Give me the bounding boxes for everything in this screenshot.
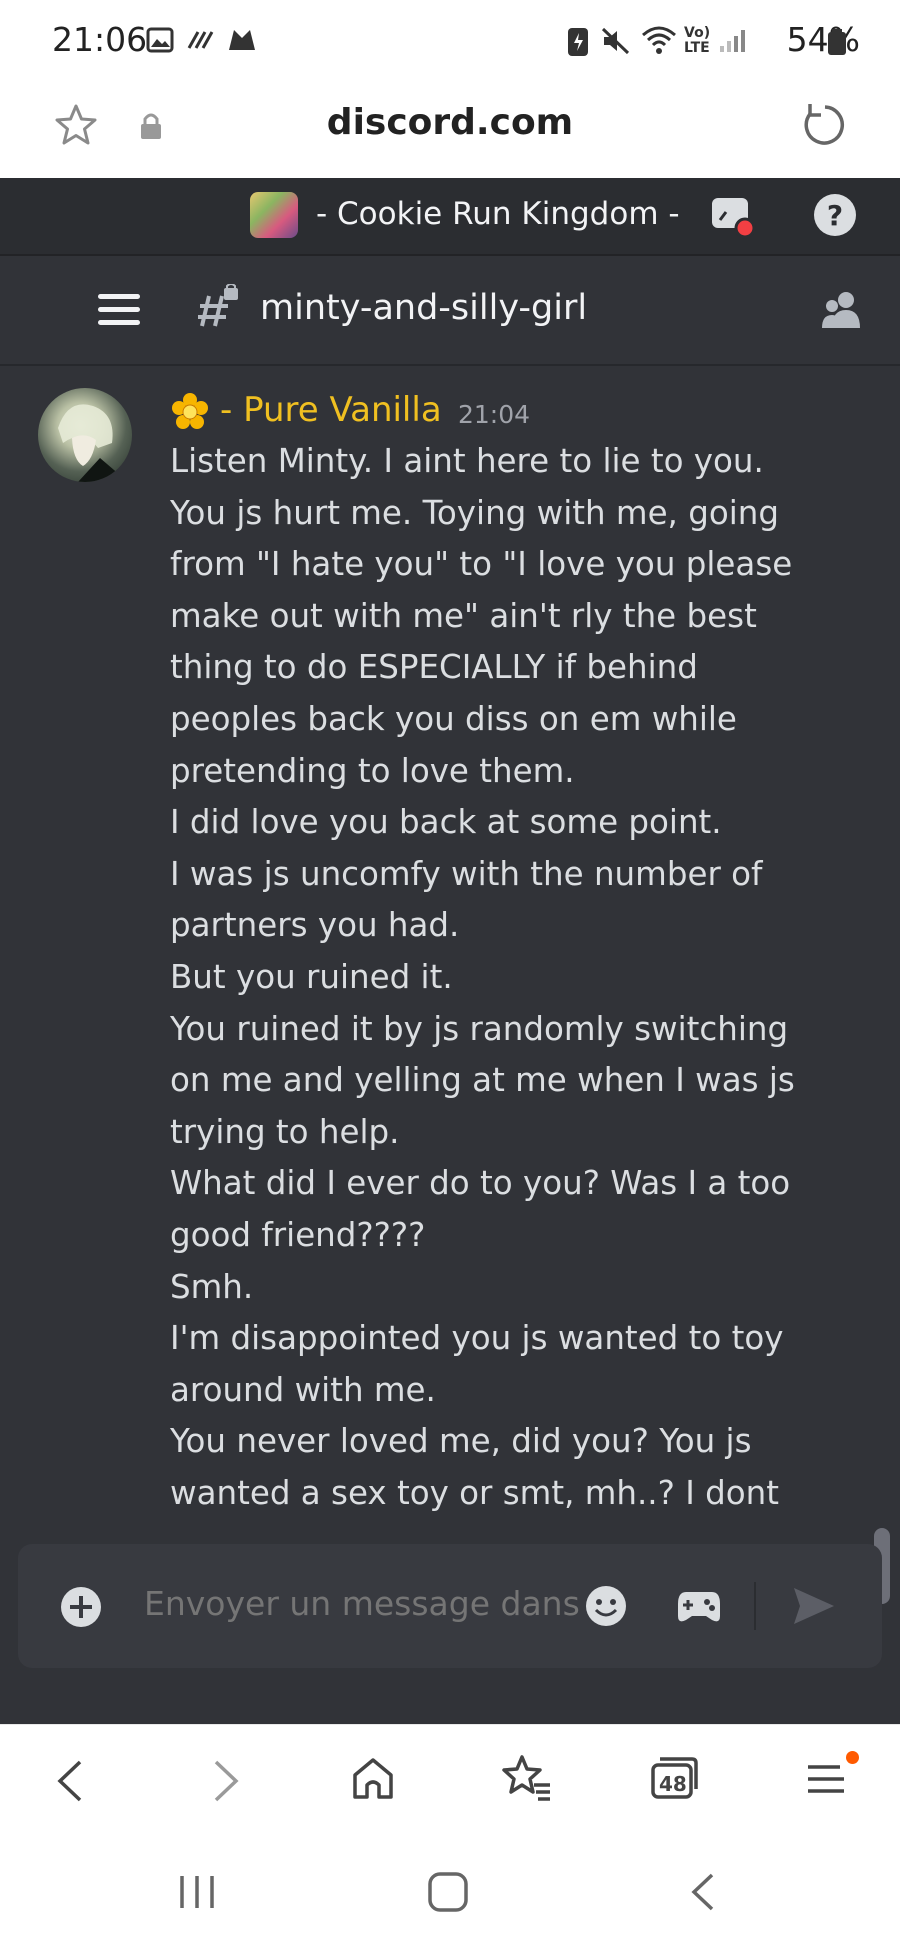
server-icon[interactable] [250, 192, 298, 238]
clock: 21:06 [52, 20, 148, 59]
members-icon[interactable] [820, 288, 864, 332]
menu-notification-dot [846, 1751, 859, 1764]
message-author[interactable]: - Pure Vanilla [220, 390, 442, 430]
message-line: peoples back you diss on em while [170, 699, 737, 738]
message-line: You ruined it by js randomly switching [170, 1009, 789, 1048]
status-bar: 21:06 Vo) LTE 54% [0, 0, 900, 82]
message-line: Listen Minty. I aint here to lie to you. [170, 442, 764, 480]
message-input[interactable] [144, 1584, 588, 1623]
message-line: trying to help. [170, 1112, 400, 1151]
home-icon[interactable] [350, 1755, 396, 1801]
recent-apps-icon[interactable] [176, 1872, 220, 1912]
message-timestamp: 21:04 [458, 400, 531, 429]
message-line: But you ruined it. [170, 957, 453, 996]
message-line: I did love you back at some point. [170, 803, 722, 842]
message-line: You js hurt me. Toying with me, going [170, 493, 779, 532]
message-line: on me and yelling at me when I was js [170, 1061, 795, 1100]
message-composer [18, 1544, 882, 1668]
wifi-icon [642, 26, 676, 54]
browser-address-bar: discord.com [0, 82, 900, 179]
svg-text:?: ? [827, 199, 843, 232]
game-app-icon [229, 30, 255, 50]
bookmarks-icon[interactable] [500, 1753, 552, 1803]
flower-role-icon [172, 393, 208, 429]
channel-name: minty-and-silly-girl [260, 288, 588, 328]
message-line: I was js uncomfy with the number of [170, 854, 763, 893]
server-name[interactable]: - Cookie Run Kingdom - [316, 196, 680, 232]
message-line: thing to do ESPECIALLY if behind [170, 648, 698, 687]
channel-header: minty-and-silly-girl [0, 256, 900, 366]
add-attachment-icon[interactable] [60, 1586, 102, 1628]
message-content: Listen Minty. I aint here to lie to you.… [170, 436, 795, 1519]
message-line: I'm disappointed you js wanted to toy [170, 1319, 784, 1358]
menu-icon[interactable] [804, 1757, 848, 1801]
message-line: What did I ever do to you? Was I a too [170, 1164, 791, 1203]
forward-icon[interactable] [210, 1759, 242, 1803]
server-header[interactable]: - Cookie Run Kingdom - ? [0, 178, 900, 256]
message-line: You never loved me, did you? You js [170, 1422, 752, 1461]
network-type: LTE [684, 40, 710, 56]
back-icon[interactable] [54, 1759, 86, 1803]
mute-icon [601, 27, 630, 55]
signal-activity-icon [187, 31, 214, 49]
message-line: good friend???? [170, 1215, 426, 1254]
emoji-icon[interactable] [584, 1584, 628, 1628]
message-line: make out with me" ain't rly the best [170, 596, 757, 635]
message-line: Smh. [170, 1267, 254, 1306]
message-line: partners you had. [170, 906, 460, 945]
send-icon[interactable] [792, 1586, 836, 1626]
cell-signal-icon [720, 30, 745, 52]
hamburger-menu-icon[interactable] [98, 292, 142, 328]
inbox-icon[interactable] [710, 194, 756, 240]
browser-toolbar: 48 [0, 1724, 900, 1835]
discord-app: - Cookie Run Kingdom - ? minty-and-silly… [0, 178, 900, 1724]
message-line: around with me. [170, 1370, 436, 1409]
tab-count: 48 [659, 1772, 687, 1796]
battery-percent: 54% [786, 20, 860, 59]
volte-indicator: Vo) LTE [684, 25, 711, 56]
system-back-icon[interactable] [688, 1872, 718, 1912]
home-button-icon[interactable] [426, 1870, 470, 1914]
tabs-button[interactable]: 48 [650, 1755, 698, 1801]
system-navigation-bar [0, 1834, 900, 1950]
text-channel-icon [198, 284, 238, 327]
gamepad-icon[interactable] [676, 1586, 722, 1626]
battery-saver-icon [568, 28, 588, 56]
avatar[interactable] [38, 388, 132, 482]
help-icon[interactable]: ? [812, 192, 858, 238]
composer-divider [754, 1582, 756, 1630]
gallery-icon [146, 27, 174, 53]
message-line: wanted a sex toy or smt, mh..? I dont [170, 1473, 779, 1512]
avatar-image [58, 404, 128, 482]
message-line: from "I hate you" to "I love you please [170, 545, 793, 584]
message-line: pretending to love them. [170, 751, 575, 790]
url-domain[interactable]: discord.com [0, 102, 900, 143]
message-list[interactable]: - Pure Vanilla 21:04 Listen Minty. I ain… [0, 368, 900, 1718]
reload-icon[interactable] [800, 100, 850, 150]
battery-icon [828, 29, 846, 55]
